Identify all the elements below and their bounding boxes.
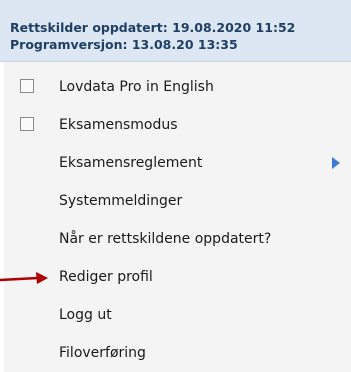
menu-item-label: Logg ut — [59, 307, 112, 323]
english-checkbox[interactable] — [20, 79, 34, 93]
menu-item-logg-ut[interactable]: Logg ut — [4, 297, 351, 335]
menu-item-label: Eksamensmodus — [59, 117, 178, 133]
triangle-right-icon — [332, 157, 340, 169]
menu-item-nar-er-rettskildene-oppdatert[interactable]: Når er rettskildene oppdatert? — [4, 221, 351, 259]
menu-item-eksamensmodus[interactable]: Eksamensmodus — [4, 107, 351, 145]
program-version-text: Programversjon: 13.08.20 13:35 — [10, 37, 238, 52]
menu-item-label: Når er rettskildene oppdatert? — [59, 231, 272, 247]
exam-mode-checkbox[interactable] — [20, 117, 34, 131]
red-arrow-icon — [0, 272, 48, 284]
menu-header: Rettskilder oppdatert: 19.08.2020 11:52 … — [0, 0, 351, 62]
menu-item-label: Rediger profil — [59, 269, 153, 285]
menu-item-systemmeldinger[interactable]: Systemmeldinger — [4, 183, 351, 221]
menu-item-label: Systemmeldinger — [59, 193, 183, 209]
menu-item-label: Filoverføring — [59, 345, 146, 361]
menu-item-lovdata-pro-in-english[interactable]: Lovdata Pro in English — [4, 69, 351, 107]
menu-item-eksamensreglement[interactable]: Eksamensreglement — [4, 145, 351, 183]
sources-updated-text: Rettskilder oppdatert: 19.08.2020 11:52 — [10, 20, 296, 35]
menu-item-label: Eksamensreglement — [59, 155, 203, 171]
account-dropdown-menu: Rettskilder oppdatert: 19.08.2020 11:52 … — [0, 0, 351, 372]
menu-item-rediger-profil[interactable]: Rediger profil — [4, 259, 351, 297]
menu-item-label: Lovdata Pro in English — [59, 79, 214, 95]
menu-item-filoverforing[interactable]: Filoverføring — [4, 335, 351, 372]
